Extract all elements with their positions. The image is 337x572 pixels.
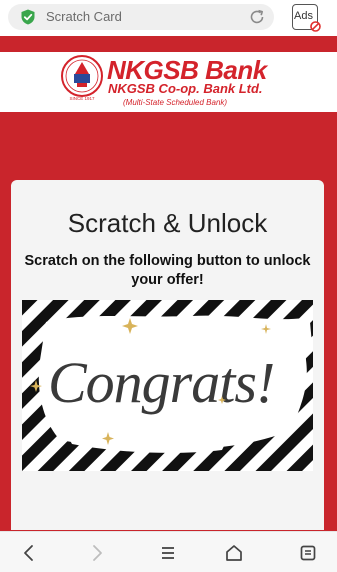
bank-header: SINCE 1917 NKGSB Bank NKGSB Co-op. Bank …	[0, 52, 337, 112]
url-text: Scratch Card	[46, 9, 122, 24]
bank-tagline: (Multi-State Scheduled Bank)	[123, 98, 228, 107]
browser-toolbar: Scratch Card Ads	[0, 0, 337, 36]
page-title: Scratch & Unlock	[67, 208, 268, 238]
shield-check-icon	[21, 9, 35, 25]
back-icon[interactable]	[18, 542, 40, 564]
ad-block-icon	[310, 21, 321, 32]
forward-icon[interactable]	[86, 542, 108, 564]
home-icon[interactable]	[223, 542, 245, 564]
scratch-card-panel: Scratch & Unlock Scratch on the followin…	[11, 180, 324, 530]
reload-icon[interactable]	[248, 8, 266, 26]
bank-seal-logo: SINCE 1917	[61, 55, 103, 101]
menu-icon[interactable]	[157, 542, 179, 564]
scratch-area[interactable]: Congrats!	[22, 300, 313, 471]
scratch-card-image: Congrats!	[22, 300, 313, 471]
bank-subtitle: NKGSB Co-op. Bank Ltd.	[108, 81, 263, 96]
browser-bottom-nav	[0, 531, 337, 572]
bank-name: NKGSB Bank	[107, 55, 267, 85]
instruction-text: Scratch on the following button to unloc…	[24, 253, 311, 288]
ads-button[interactable]: Ads	[292, 4, 321, 32]
congrats-text: Congrats!	[48, 350, 274, 415]
address-bar[interactable]: Scratch Card	[8, 4, 274, 30]
seal-text: SINCE 1917	[69, 96, 95, 101]
tabs-icon[interactable]	[297, 542, 319, 564]
